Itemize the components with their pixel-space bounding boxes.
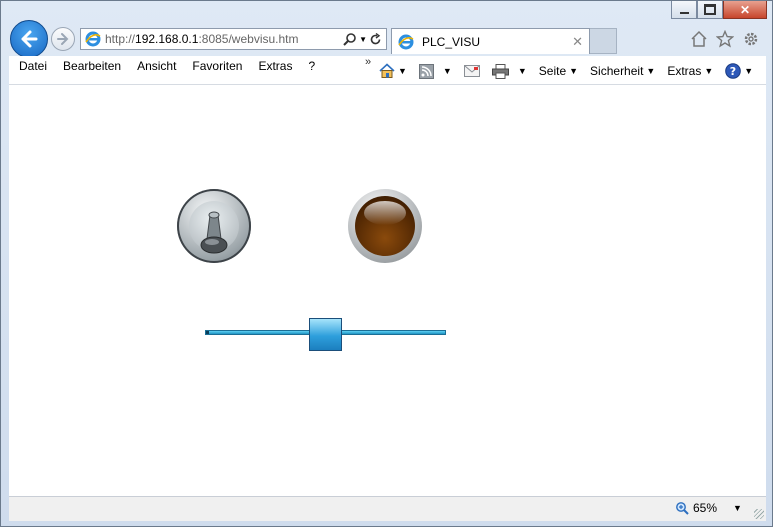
seite-command[interactable]: Seite ▼: [539, 64, 578, 78]
new-tab-button[interactable]: [590, 28, 617, 54]
extras-dropdown-icon: ▼: [704, 66, 714, 76]
zoom-magnifier-icon: [676, 502, 689, 515]
lamp-glare: [364, 201, 406, 225]
sicherheit-command[interactable]: Sicherheit ▼: [590, 64, 655, 78]
home-icon[interactable]: [690, 30, 708, 48]
tab-plc-visu[interactable]: PLC_VISU ✕: [391, 28, 590, 54]
close-window-button[interactable]: [723, 1, 767, 19]
sicherheit-label: Sicherheit: [590, 64, 644, 78]
command-bar: ▼ ▼ ▼ Seite ▼ Sicherheit ▼ Extras ▼ ? ▼: [379, 63, 765, 79]
caption-buttons: [671, 1, 767, 19]
feeds-dropdown-icon[interactable]: ▼: [443, 66, 452, 76]
browser-window: http://192.168.0.1:8085/webvisu.htm ▼ PL…: [0, 0, 773, 527]
menu-ansicht[interactable]: Ansicht: [137, 59, 176, 73]
help-dropdown-icon: ▼: [744, 66, 754, 76]
home-colored-icon: [379, 63, 395, 78]
mail-icon: [463, 65, 480, 77]
tab-close-icon[interactable]: ✕: [572, 34, 583, 50]
home-command[interactable]: ▼: [379, 63, 407, 79]
extras-command[interactable]: Extras ▼: [667, 64, 713, 78]
ie-tab-icon: [398, 34, 414, 49]
seite-label: Seite: [538, 64, 567, 78]
address-bar[interactable]: http://192.168.0.1:8085/webvisu.htm ▼: [80, 28, 387, 50]
slider-thumb[interactable]: [309, 318, 342, 351]
sicherheit-dropdown-icon: ▼: [646, 66, 656, 76]
svg-text:?: ?: [730, 65, 736, 78]
printer-icon: [491, 63, 509, 79]
mail-command[interactable]: [463, 65, 480, 77]
help-command[interactable]: ? ▼: [725, 63, 753, 79]
menu-bearbeiten[interactable]: Bearbeiten: [63, 59, 121, 73]
indicator-lamp: [348, 189, 422, 263]
print-command[interactable]: ▼: [491, 63, 527, 79]
back-button[interactable]: [10, 20, 48, 58]
zoom-dropdown-icon[interactable]: ▼: [733, 503, 742, 513]
star-icon[interactable]: [716, 30, 734, 48]
extras-label: Extras: [667, 64, 702, 78]
slider-track-end: [206, 331, 209, 334]
print-dropdown-icon[interactable]: ▼: [518, 66, 527, 76]
zoom-level: 65%: [693, 501, 718, 515]
search-icon[interactable]: [343, 32, 357, 46]
arrow-left-icon: [21, 30, 38, 48]
webvisu-content: [9, 85, 766, 496]
toggle-switch[interactable]: [177, 189, 251, 263]
feeds-command[interactable]: ▼: [418, 63, 452, 79]
maximize-button[interactable]: [697, 1, 723, 19]
browser-right-icons: [690, 30, 760, 48]
menu-favoriten[interactable]: Favoriten: [192, 59, 242, 73]
url-text[interactable]: http://192.168.0.1:8085/webvisu.htm: [105, 32, 299, 46]
help-icon: ?: [725, 63, 742, 79]
zoom-control[interactable]: 65%: [675, 501, 717, 515]
gear-icon[interactable]: [742, 30, 760, 48]
menu-help[interactable]: ?: [308, 59, 315, 73]
minimize-button[interactable]: [671, 1, 697, 19]
resize-grip[interactable]: [754, 509, 764, 519]
menu-bar: Datei Bearbeiten Ansicht Favoriten Extra…: [19, 59, 315, 73]
refresh-icon[interactable]: [369, 32, 382, 46]
menu-extras[interactable]: Extras: [258, 59, 292, 73]
forward-button[interactable]: [51, 27, 75, 51]
seite-dropdown-icon: ▼: [569, 66, 579, 76]
dropdown-arrow-icon[interactable]: ▼: [359, 35, 367, 44]
home-dropdown-icon[interactable]: ▼: [398, 66, 407, 76]
arrow-right-icon: [57, 33, 69, 45]
address-tools: ▼: [343, 32, 386, 46]
menu-command-bar: Datei Bearbeiten Ansicht Favoriten Extra…: [9, 56, 766, 85]
menu-overflow-chevron[interactable]: »: [365, 56, 371, 68]
status-bar: 65% ▼: [9, 496, 766, 521]
menu-datei[interactable]: Datei: [19, 59, 47, 73]
rss-feed-icon: [418, 63, 434, 79]
tab-title: PLC_VISU: [422, 34, 481, 49]
toggle-lever-icon: [200, 211, 228, 254]
ie-logo-icon: [85, 31, 101, 47]
indicator-lamp-glass: [355, 196, 415, 256]
